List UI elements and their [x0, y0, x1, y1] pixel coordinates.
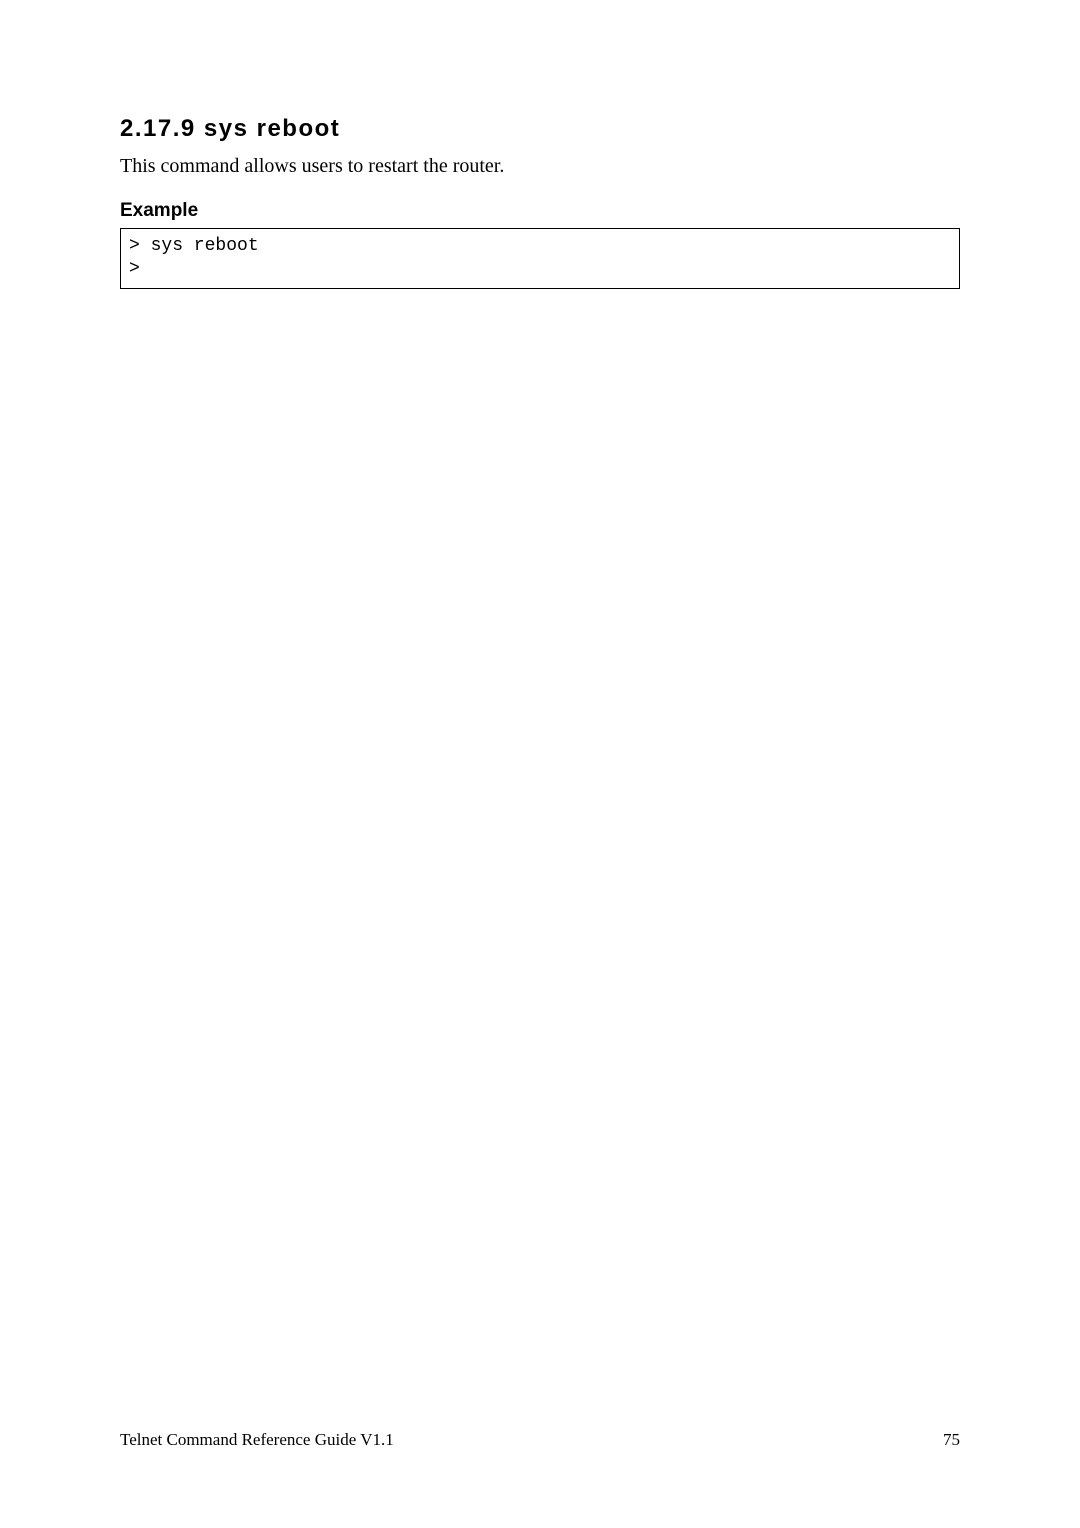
section-heading: 2.17.9 sys reboot: [120, 115, 960, 143]
code-example-box: > sys reboot >: [120, 228, 960, 289]
page-content: 2.17.9 sys reboot This command allows us…: [0, 0, 1080, 289]
footer-guide-title: Telnet Command Reference Guide V1.1: [120, 1430, 394, 1450]
code-text: > sys reboot >: [129, 236, 269, 279]
section-description: This command allows users to restart the…: [120, 155, 960, 178]
example-label: Example: [120, 200, 960, 222]
page-footer: Telnet Command Reference Guide V1.1 75: [120, 1430, 960, 1450]
page-number: 75: [943, 1430, 960, 1450]
